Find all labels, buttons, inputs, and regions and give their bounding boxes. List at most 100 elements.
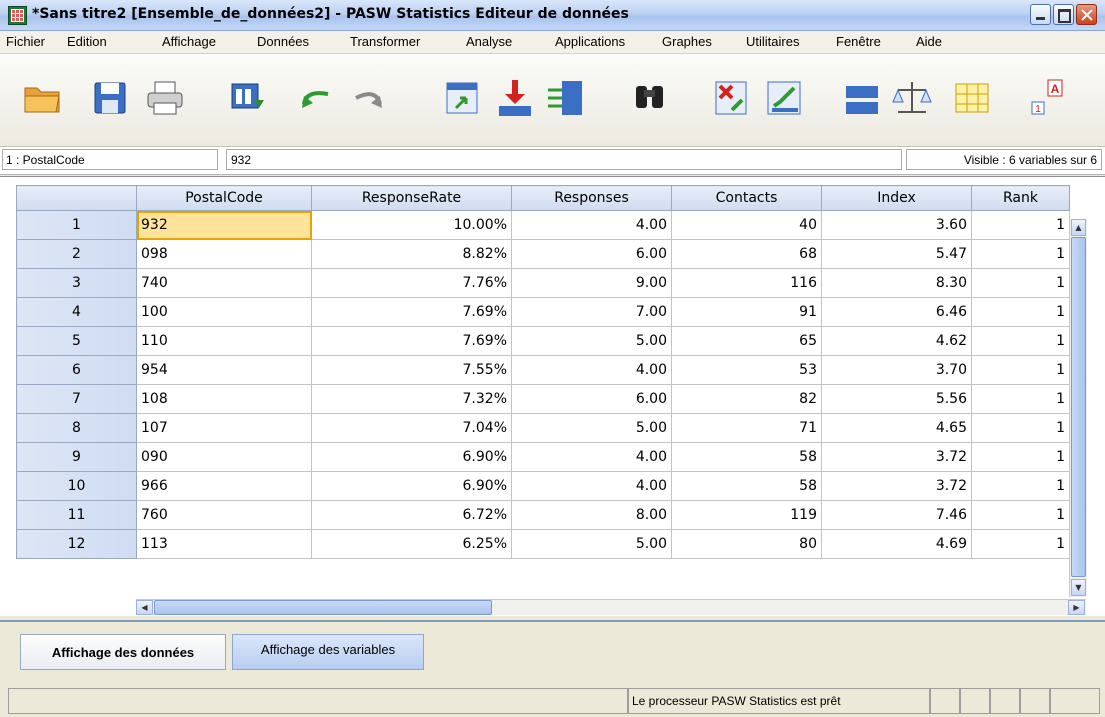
table-cell[interactable]: 113 (136, 529, 312, 559)
table-cell[interactable]: 3.72 (821, 442, 972, 472)
table-cell[interactable]: 71 (671, 413, 822, 443)
menu-utilitaires[interactable]: Utilitaires (746, 34, 799, 49)
table-cell[interactable]: 1 (971, 413, 1070, 443)
row-number[interactable]: 10 (16, 471, 137, 501)
print-icon[interactable] (145, 78, 185, 118)
row-number[interactable]: 6 (16, 355, 137, 385)
column-header[interactable]: Responses (511, 185, 672, 211)
table-cell[interactable]: 116 (671, 268, 822, 298)
table-cell[interactable]: 8.30 (821, 268, 972, 298)
table-cell[interactable]: 740 (136, 268, 312, 298)
menu-applications[interactable]: Applications (555, 34, 625, 49)
table-cell[interactable]: 6.00 (511, 239, 672, 269)
redo-icon[interactable] (348, 78, 388, 118)
row-number[interactable]: 1 (16, 210, 137, 240)
maximize-button[interactable] (1053, 4, 1074, 25)
column-header[interactable]: Rank (971, 185, 1070, 211)
table-cell[interactable]: 108 (136, 384, 312, 414)
find-icon[interactable] (630, 78, 670, 118)
insert-cases-icon[interactable] (712, 78, 752, 118)
horizontal-scrollbar[interactable]: ◀ ▶ (136, 599, 1086, 615)
table-cell[interactable]: 3.72 (821, 471, 972, 501)
row-number[interactable]: 11 (16, 500, 137, 530)
table-cell[interactable]: 4.00 (511, 442, 672, 472)
table-cell[interactable]: 40 (671, 210, 822, 240)
table-cell[interactable]: 107 (136, 413, 312, 443)
table-cell[interactable]: 58 (671, 442, 822, 472)
goto-variable-icon[interactable] (495, 78, 535, 118)
table-cell[interactable]: 1 (971, 355, 1070, 385)
table-cell[interactable]: 1 (971, 529, 1070, 559)
table-cell[interactable]: 1 (971, 239, 1070, 269)
scroll-up-arrow[interactable]: ▲ (1071, 219, 1086, 236)
vertical-scrollbar[interactable]: ▲ ▼ (1069, 219, 1087, 597)
scroll-down-arrow[interactable]: ▼ (1071, 579, 1086, 596)
table-cell[interactable]: 5.56 (821, 384, 972, 414)
table-cell[interactable]: 53 (671, 355, 822, 385)
row-number[interactable]: 8 (16, 413, 137, 443)
weight-cases-icon[interactable] (892, 78, 932, 118)
horizontal-scroll-thumb[interactable] (154, 600, 492, 615)
table-cell[interactable]: 954 (136, 355, 312, 385)
menu-fenetre[interactable]: Fenêtre (836, 34, 881, 49)
menu-donnees[interactable]: Données (257, 34, 309, 49)
dialog-recall-icon[interactable] (228, 78, 268, 118)
table-cell[interactable]: 100 (136, 297, 312, 327)
table-cell[interactable]: 3.60 (821, 210, 972, 240)
table-cell[interactable]: 1 (971, 384, 1070, 414)
table-cell[interactable]: 966 (136, 471, 312, 501)
table-cell[interactable]: 80 (671, 529, 822, 559)
table-cell[interactable]: 5.00 (511, 413, 672, 443)
cell-value-input[interactable]: 932 (226, 149, 902, 170)
table-cell[interactable]: 098 (136, 239, 312, 269)
table-cell[interactable]: 119 (671, 500, 822, 530)
menu-edition[interactable]: Edition (67, 34, 107, 49)
value-labels-icon[interactable]: A1 (1026, 78, 1066, 118)
table-cell[interactable]: 58 (671, 471, 822, 501)
table-cell[interactable]: 7.55% (311, 355, 512, 385)
vertical-scroll-thumb[interactable] (1071, 237, 1086, 577)
minimize-button[interactable] (1030, 4, 1051, 25)
close-button[interactable] (1076, 4, 1097, 25)
column-header[interactable]: PostalCode (136, 185, 312, 211)
tab-data-view[interactable]: Affichage des données (20, 634, 226, 670)
table-cell[interactable]: 8.00 (511, 500, 672, 530)
table-cell[interactable]: 5.00 (511, 326, 672, 356)
table-cell[interactable]: 6.46 (821, 297, 972, 327)
goto-case-icon[interactable] (442, 78, 482, 118)
menu-transformer[interactable]: Transformer (350, 34, 420, 49)
column-header[interactable]: Index (821, 185, 972, 211)
table-cell[interactable]: 8.82% (311, 239, 512, 269)
table-cell[interactable]: 7.00 (511, 297, 672, 327)
column-header[interactable]: ResponseRate (311, 185, 512, 211)
table-cell[interactable]: 6.72% (311, 500, 512, 530)
select-cases-icon[interactable] (952, 78, 992, 118)
table-cell[interactable]: 110 (136, 326, 312, 356)
menu-analyse[interactable]: Analyse (466, 34, 512, 49)
table-cell[interactable]: 4.69 (821, 529, 972, 559)
table-cell[interactable]: 1 (971, 268, 1070, 298)
table-cell[interactable]: 1 (971, 500, 1070, 530)
menu-aide[interactable]: Aide (916, 34, 942, 49)
table-cell[interactable]: 91 (671, 297, 822, 327)
scroll-left-arrow[interactable]: ◀ (136, 600, 153, 615)
table-cell[interactable]: 5.00 (511, 529, 672, 559)
row-number[interactable]: 9 (16, 442, 137, 472)
save-icon[interactable] (90, 78, 130, 118)
table-cell[interactable]: 4.00 (511, 210, 672, 240)
table-cell[interactable]: 1 (971, 297, 1070, 327)
grid-corner[interactable] (16, 185, 137, 211)
table-cell[interactable]: 4.62 (821, 326, 972, 356)
row-number[interactable]: 2 (16, 239, 137, 269)
table-cell[interactable]: 932 (136, 210, 312, 240)
scroll-right-arrow[interactable]: ▶ (1068, 600, 1085, 615)
split-file-icon[interactable] (842, 78, 882, 118)
table-cell[interactable]: 7.69% (311, 326, 512, 356)
table-cell[interactable]: 3.70 (821, 355, 972, 385)
table-cell[interactable]: 7.69% (311, 297, 512, 327)
table-cell[interactable]: 7.04% (311, 413, 512, 443)
menu-affichage[interactable]: Affichage (162, 34, 216, 49)
table-cell[interactable]: 4.65 (821, 413, 972, 443)
row-number[interactable]: 5 (16, 326, 137, 356)
table-cell[interactable]: 1 (971, 210, 1070, 240)
